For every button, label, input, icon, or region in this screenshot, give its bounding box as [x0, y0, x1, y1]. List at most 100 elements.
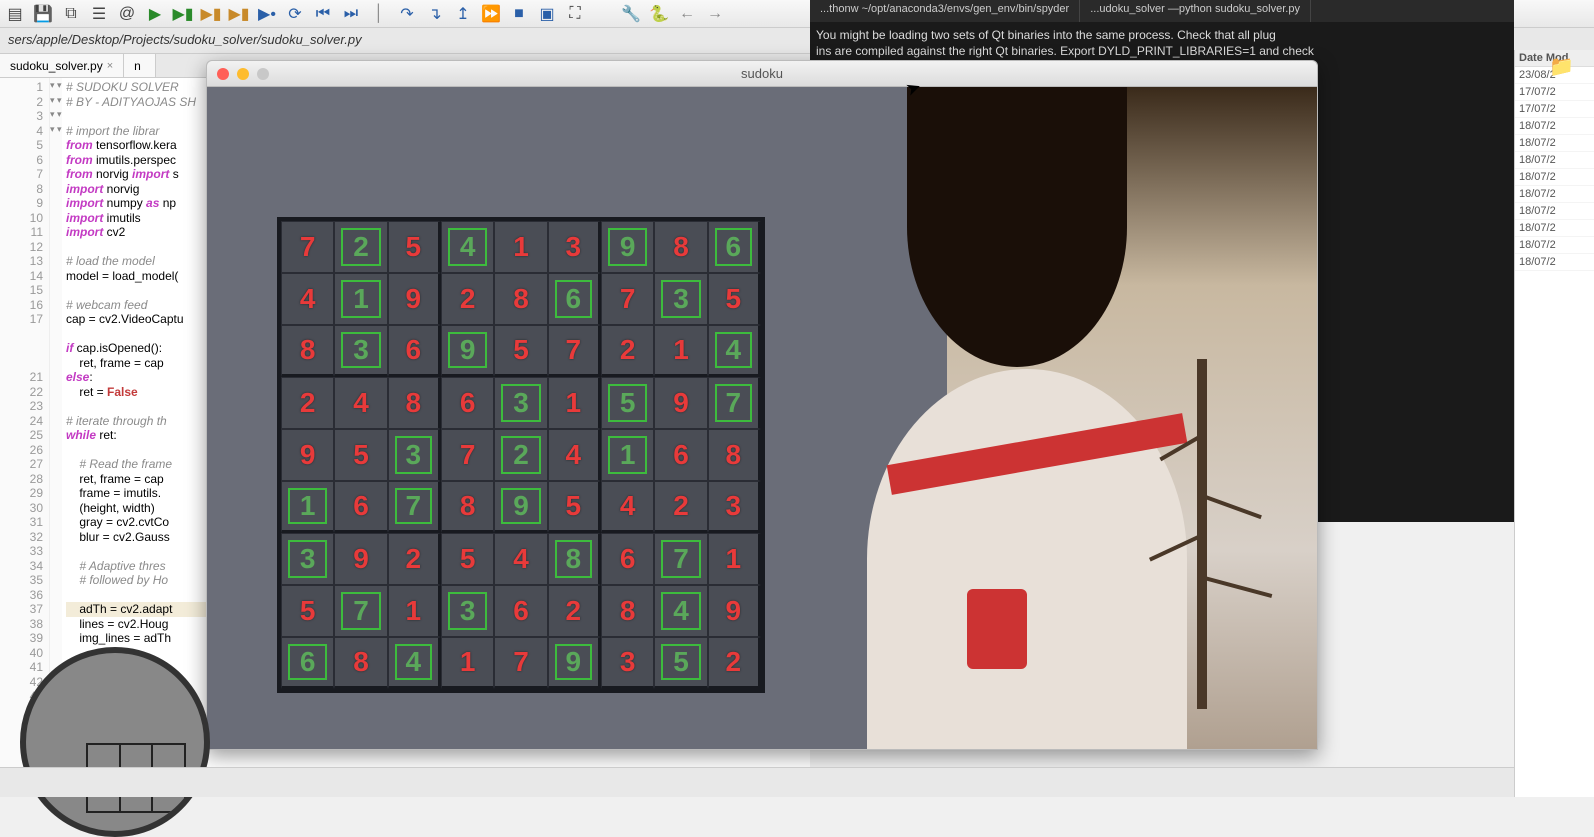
- terminal-tab[interactable]: ...udoku_solver —python sudoku_solver.py: [1080, 0, 1311, 22]
- finder-row[interactable]: 18/07/2: [1515, 186, 1594, 203]
- finder-row[interactable]: 18/07/2: [1515, 169, 1594, 186]
- detection-box: [661, 592, 700, 630]
- webcam-feed: [947, 87, 1317, 749]
- finder-row[interactable]: 18/07/2: [1515, 118, 1594, 135]
- close-icon[interactable]: ×: [107, 60, 113, 72]
- folder-icon[interactable]: 📁: [1549, 54, 1574, 79]
- sudoku-cell: 8: [708, 429, 761, 481]
- sudoku-cell: 9: [601, 221, 654, 273]
- sudoku-cell: 7: [334, 585, 387, 637]
- sudoku-cell: 8: [281, 325, 334, 377]
- skip-back-icon[interactable]: ⏮: [312, 3, 334, 25]
- wrench-icon[interactable]: 🔧: [620, 3, 642, 25]
- sudoku-cell: 1: [708, 533, 761, 585]
- run-icon[interactable]: ▶: [144, 3, 166, 25]
- sudoku-cell: 4: [494, 533, 547, 585]
- copy-icon[interactable]: ⧉: [60, 3, 82, 25]
- digit: 5: [513, 334, 529, 366]
- digit: 2: [726, 646, 742, 678]
- digit: 9: [673, 387, 689, 419]
- sudoku-cell: 3: [281, 533, 334, 585]
- run-selection-icon[interactable]: ▶▮: [200, 3, 222, 25]
- terminal-icon[interactable]: ▣: [536, 3, 558, 25]
- sudoku-cell: 3: [654, 273, 707, 325]
- finder-row[interactable]: 18/07/2: [1515, 254, 1594, 271]
- sudoku-cell: 5: [494, 325, 547, 377]
- digit: 2: [300, 387, 316, 419]
- detection-box: [341, 332, 380, 368]
- finder-row[interactable]: 17/07/2: [1515, 84, 1594, 101]
- sudoku-cell: 2: [281, 377, 334, 429]
- finder-row[interactable]: 18/07/2: [1515, 237, 1594, 254]
- at-icon[interactable]: @: [116, 3, 138, 25]
- digit: 5: [353, 439, 369, 471]
- finder-row[interactable]: 18/07/2: [1515, 203, 1594, 220]
- stop-icon[interactable]: ▶•: [256, 3, 278, 25]
- sudoku-cell: 7: [441, 429, 494, 481]
- sudoku-cell: 5: [388, 221, 441, 273]
- sudoku-cell: 3: [334, 325, 387, 377]
- skip-fwd-icon[interactable]: ⏭: [340, 3, 362, 25]
- digit: 2: [620, 334, 636, 366]
- digit: 1: [673, 334, 689, 366]
- finder-row[interactable]: 18/07/2: [1515, 220, 1594, 237]
- step-in-icon[interactable]: ↴: [424, 3, 446, 25]
- sudoku-cell: 1: [441, 637, 494, 689]
- python-icon[interactable]: 🐍: [648, 3, 670, 25]
- editor-tab[interactable]: sudoku_solver.py×: [0, 54, 124, 77]
- window-titlebar[interactable]: sudoku: [207, 61, 1317, 87]
- restart-icon[interactable]: ⟳: [284, 3, 306, 25]
- forward-icon[interactable]: →: [704, 3, 726, 25]
- digit: 8: [460, 490, 476, 522]
- finder-row[interactable]: 17/07/2: [1515, 101, 1594, 118]
- run-cell-icon[interactable]: ▶▮: [172, 3, 194, 25]
- continue-icon[interactable]: ⏩: [480, 3, 502, 25]
- status-bar: [0, 767, 1514, 797]
- sudoku-cell: 7: [708, 377, 761, 429]
- digit: 5: [566, 490, 582, 522]
- terminal-tab[interactable]: ...thonw ~/opt/anaconda3/envs/gen_env/bi…: [810, 0, 1080, 22]
- sudoku-cell: 8: [388, 377, 441, 429]
- detection-box: [395, 644, 432, 680]
- detection-box: [288, 488, 327, 524]
- detection-box: [608, 384, 647, 422]
- sudoku-cell: 9: [654, 377, 707, 429]
- step-out-icon[interactable]: ↥: [452, 3, 474, 25]
- tab-label: n: [134, 59, 141, 73]
- sep1[interactable]: │: [368, 3, 390, 25]
- save-icon[interactable]: 💾: [32, 3, 54, 25]
- finder-panel: 📁 Date Mod 23/08/217/07/217/07/218/07/21…: [1514, 50, 1594, 797]
- stop-debug-icon[interactable]: ■: [508, 3, 530, 25]
- finder-row[interactable]: 18/07/2: [1515, 135, 1594, 152]
- digit: 7: [566, 334, 582, 366]
- digit: 3: [726, 490, 742, 522]
- window-title: sudoku: [207, 66, 1317, 81]
- new-file-icon[interactable]: ▤: [4, 3, 26, 25]
- back-icon[interactable]: ←: [676, 3, 698, 25]
- detection-box: [555, 280, 592, 318]
- digit: 9: [353, 543, 369, 575]
- digit: 9: [300, 439, 316, 471]
- digit: 4: [566, 439, 582, 471]
- list-icon[interactable]: ☰: [88, 3, 110, 25]
- digit: 4: [353, 387, 369, 419]
- sep2[interactable]: [592, 3, 614, 25]
- maximize-icon[interactable]: ⛶: [564, 3, 586, 25]
- opencv-window[interactable]: sudoku 725413986419286735836957214248631…: [206, 60, 1318, 750]
- editor-tab[interactable]: n: [124, 54, 156, 77]
- detection-box: [288, 644, 327, 680]
- sudoku-cell: 2: [708, 637, 761, 689]
- digit: 3: [620, 646, 636, 678]
- sudoku-cell: 3: [548, 221, 601, 273]
- step-over-icon[interactable]: ↷: [396, 3, 418, 25]
- debug-icon[interactable]: ▶▮: [228, 3, 250, 25]
- digit: 5: [460, 543, 476, 575]
- finder-row[interactable]: 18/07/2: [1515, 152, 1594, 169]
- detection-box: [555, 644, 592, 680]
- sudoku-cell: 4: [548, 429, 601, 481]
- digit: 8: [726, 439, 742, 471]
- sudoku-cell: 4: [388, 637, 441, 689]
- sudoku-cell: 4: [654, 585, 707, 637]
- sudoku-cell: 4: [441, 221, 494, 273]
- sudoku-cell: 8: [548, 533, 601, 585]
